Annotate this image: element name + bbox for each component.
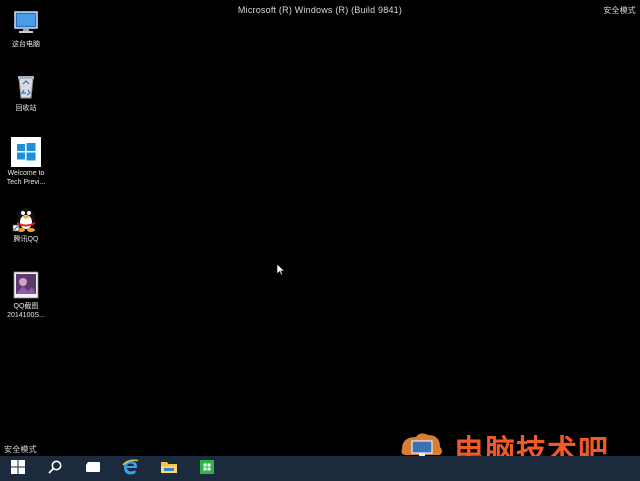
task-view-button[interactable] <box>74 456 112 481</box>
search-icon <box>47 459 63 479</box>
build-info-text: Microsoft (R) Windows (R) (Build 9841) <box>237 5 403 15</box>
ie-browser-button[interactable] <box>112 456 150 481</box>
desktop-icon-qq[interactable]: 腾讯QQ <box>0 203 52 244</box>
computer-icon <box>11 8 41 38</box>
desktop-icon-label-line2: Tech Previ... <box>6 179 46 186</box>
start-icon <box>10 459 26 479</box>
taskbar <box>0 456 640 481</box>
store-icon <box>199 459 215 479</box>
desktop-icon-label-line1: QQ截图 <box>13 303 39 310</box>
screenshot-image-icon <box>11 270 41 300</box>
desktop-icon-welcome[interactable]: Welcome to Tech Previ... <box>0 137 52 187</box>
desktop-icon-label-line1: Welcome to <box>7 170 45 177</box>
windows-welcome-icon <box>11 137 41 167</box>
edge-ie-icon <box>122 458 140 480</box>
desktop-icon-qq-screenshot[interactable]: QQ截图 2014100S... <box>0 270 52 320</box>
recycle-bin-icon <box>11 72 41 102</box>
desktop-icon-this-pc[interactable]: 这台电脑 <box>0 8 52 49</box>
desktop-icon-label-line2: 2014100S... <box>7 312 45 319</box>
start-button[interactable] <box>0 456 36 481</box>
task-view-icon <box>85 459 101 478</box>
store-button[interactable] <box>188 456 226 481</box>
safe-mode-label-top-right: 安全模式 <box>603 6 636 15</box>
desktop-icon-recycle-bin[interactable]: 回收站 <box>0 72 52 113</box>
safe-mode-label-bottom-left: 安全模式 <box>4 445 37 454</box>
desktop-icon-label: 回收站 <box>15 105 37 112</box>
file-explorer-button[interactable] <box>150 456 188 481</box>
desktop-icon-label: 腾讯QQ <box>13 236 39 243</box>
file-explorer-icon <box>160 459 178 479</box>
desktop-icon-label: 这台电脑 <box>12 41 40 48</box>
mouse-cursor-icon <box>276 261 286 280</box>
search-button[interactable] <box>36 456 74 481</box>
qq-penguin-icon <box>11 203 41 233</box>
